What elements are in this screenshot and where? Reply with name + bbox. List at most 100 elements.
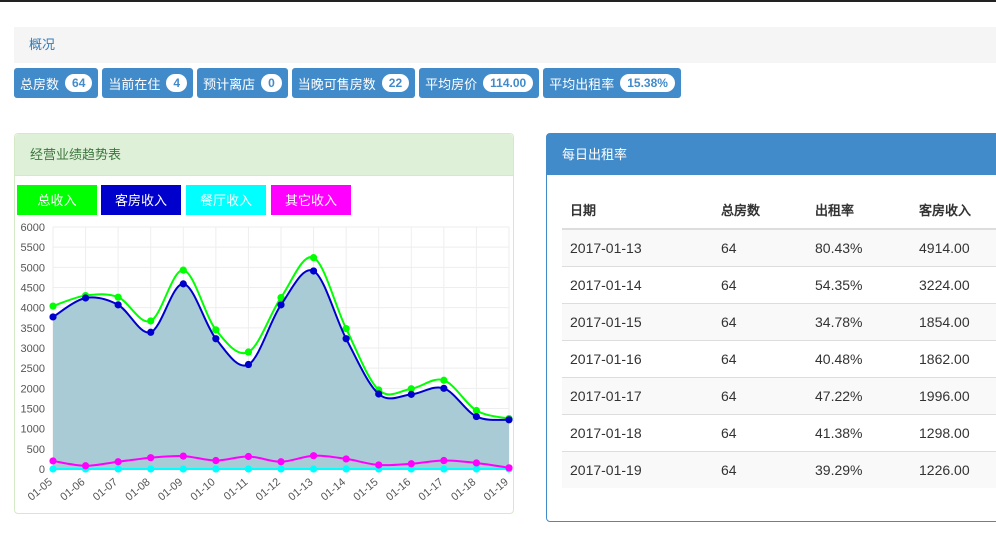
x-tick-label: 01-09 [156, 476, 185, 503]
stat-label: 预计离店 [203, 76, 256, 92]
restaurant-revenue-point [212, 465, 220, 473]
x-tick-label: 01-12 [254, 476, 283, 503]
stat-expected-checkout[interactable]: 预计离店 0 [197, 68, 288, 98]
total-revenue-point [440, 376, 448, 384]
restaurant-revenue-point [309, 465, 318, 473]
room-revenue-point [179, 280, 187, 288]
stat-badge: 114.00 [483, 74, 534, 92]
y-tick-label: 5500 [21, 242, 45, 254]
y-tick-label: 2000 [21, 383, 45, 395]
cell-room-revenue: 3224.00 [911, 266, 996, 304]
other-revenue-point [309, 452, 318, 460]
trend-chart: 总收入 客房收入 餐厅收入 其它收入 0 500 1000 1500 2000 2500 3000 3… [17, 185, 513, 503]
top-border [0, 0, 996, 2]
legend-item[interactable]: 总收入 [17, 185, 97, 215]
stat-label: 当前在住 [108, 76, 161, 92]
restaurant-revenue-point [179, 465, 187, 473]
x-tick-label: 01-19 [482, 476, 511, 503]
cell-occupancy: 47.22% [807, 377, 911, 415]
cell-total-rooms: 64 [713, 228, 807, 267]
y-tick-label: 6000 [21, 222, 45, 234]
room-revenue-point [81, 294, 90, 302]
stats-bar: 总房数 64 当前在住 4 预计离店 0 当晚可售房数 22 平均房价 114.… [14, 68, 681, 98]
legend-label[interactable]: 餐厅收入 [200, 193, 252, 208]
x-tick-label: 01-17 [417, 476, 446, 503]
legend-item[interactable]: 其它收入 [271, 185, 351, 215]
cell-occupancy: 40.48% [807, 340, 911, 378]
other-revenue-point [147, 454, 155, 462]
x-tick-label: 01-15 [351, 476, 380, 503]
header-date: 日期 [562, 190, 713, 230]
x-tick-label: 01-18 [449, 476, 478, 503]
other-revenue-point [342, 455, 350, 463]
room-revenue-point [212, 335, 220, 343]
room-revenue-point [309, 267, 318, 275]
total-revenue-point [147, 317, 155, 325]
stat-badge: 22 [381, 74, 410, 92]
room-revenue-point [147, 328, 155, 336]
x-tick-label: 01-06 [58, 476, 87, 503]
header-occupancy: 出租率 [807, 190, 911, 230]
stat-current-occupied[interactable]: 当前在住 4 [102, 68, 194, 98]
cell-room-revenue: 4914.00 [911, 228, 996, 267]
stat-total-rooms[interactable]: 总房数 64 [14, 68, 99, 98]
y-tick-label: 0 [39, 464, 45, 476]
header-room-revenue: 客房收入 [911, 190, 996, 230]
cell-total-rooms: 64 [713, 303, 807, 341]
total-revenue-point [212, 326, 220, 334]
cell-date: 2017-01-14 [562, 266, 713, 304]
cell-occupancy: 39.29% [807, 451, 911, 488]
cell-total-rooms: 64 [713, 266, 807, 304]
cell-date: 2017-01-19 [562, 451, 713, 488]
cell-occupancy: 80.43% [807, 228, 911, 267]
total-revenue-point [49, 302, 57, 310]
cell-total-rooms: 64 [713, 377, 807, 415]
legend-item[interactable]: 餐厅收入 [186, 185, 266, 215]
cell-room-revenue: 1298.00 [911, 414, 996, 452]
table-row: 2017-01-16 64 40.48% 1862.00 [562, 340, 996, 378]
stat-badge: 64 [65, 74, 93, 92]
stat-average-rate[interactable]: 平均房价 114.00 [419, 68, 540, 98]
table-row: 2017-01-14 64 54.35% 3224.00 [562, 266, 996, 304]
restaurant-revenue-point [244, 465, 253, 473]
cell-occupancy: 34.78% [807, 303, 911, 341]
cell-date: 2017-01-17 [562, 377, 713, 415]
total-revenue-point [179, 266, 187, 274]
restaurant-revenue-point [49, 465, 57, 473]
x-tick-label: 01-11 [222, 476, 251, 503]
other-revenue-point [212, 456, 220, 465]
room-revenue-point [277, 301, 285, 309]
legend-label[interactable]: 总收入 [37, 193, 76, 208]
stat-label: 当晚可售房数 [297, 76, 376, 92]
stat-average-occupancy[interactable]: 平均出租率 15.38% [543, 68, 681, 98]
restaurant-revenue-point [342, 465, 350, 473]
restaurant-revenue-point [440, 465, 448, 473]
stat-badge: 4 [166, 74, 188, 92]
x-tick-label: 01-05 [26, 476, 55, 503]
breadcrumb[interactable]: 概况 [14, 27, 996, 63]
other-revenue-point [472, 459, 481, 467]
other-revenue-point [277, 458, 285, 466]
legend-label[interactable]: 客房收入 [115, 193, 167, 208]
legend-label[interactable]: 其它收入 [285, 193, 337, 208]
table-header-row: 日期 总房数 出租率 客房收入 [562, 190, 996, 230]
cell-room-revenue: 1862.00 [911, 340, 996, 378]
occupancy-panel-title: 每日出租率 [547, 134, 996, 175]
table-row: 2017-01-18 64 41.38% 1298.00 [562, 414, 996, 452]
restaurant-revenue-point [114, 465, 122, 473]
y-tick-label: 3500 [21, 323, 45, 335]
occupancy-table: 日期 总房数 出租率 客房收入 2017-01-13 64 80.43% 491… [562, 190, 996, 488]
other-revenue-point [49, 457, 57, 465]
breadcrumb-label[interactable]: 概况 [29, 37, 55, 52]
y-tick-label: 2500 [21, 363, 45, 375]
room-revenue-point [440, 384, 448, 392]
legend-item[interactable]: 客房收入 [101, 185, 181, 215]
room-revenue-point [375, 390, 383, 398]
total-revenue-point [309, 254, 318, 262]
restaurant-revenue-point [147, 465, 155, 473]
stat-available-tonight[interactable]: 当晚可售房数 22 [291, 68, 416, 98]
room-revenue-point [244, 360, 253, 369]
room-revenue-point [472, 412, 481, 421]
cell-total-rooms: 64 [713, 451, 807, 488]
other-revenue-point [407, 460, 415, 468]
